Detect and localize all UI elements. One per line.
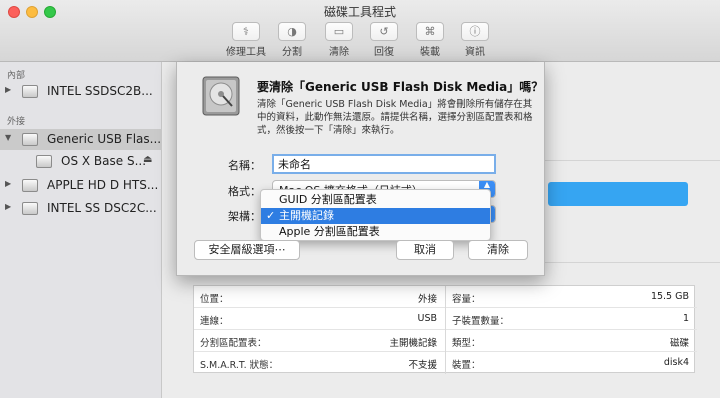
info-row: 連線： USB <box>194 308 445 330</box>
window-title: 磁碟工具程式 <box>323 5 396 19</box>
info-value: 主開機記錄 <box>389 338 437 349</box>
info-key: 分割區配置表： <box>200 338 267 349</box>
info-row: 位置： 外接 <box>194 286 445 308</box>
info-row: 裝置： disk4 <box>446 352 697 374</box>
menu-item-mbr[interactable]: ✓ 主開機記錄 <box>261 208 490 224</box>
info-column-right: 容量： 15.5 GB 子裝置數量： 1 類型： 磁碟 裝置： disk4 <box>445 286 697 374</box>
name-label: 名稱： <box>228 159 261 172</box>
info-column-left: 位置： 外接 連線： USB 分割區配置表： 主開機記錄 S.M.A.R.T. … <box>194 286 445 374</box>
sidebar-section-external: 外接 <box>7 117 26 127</box>
erase-dialog: 要清除「Generic USB Flash Disk Media」嗎？ 清除「G… <box>176 62 545 276</box>
sidebar-item-label: APPLE HD D HTS... <box>47 178 159 192</box>
sidebar-item-label: OS X Base S... <box>61 154 147 168</box>
info-key: 位置： <box>200 294 229 305</box>
divider <box>545 160 720 161</box>
info-row: 類型： 磁碟 <box>446 330 697 352</box>
info-key: 容量： <box>452 294 481 305</box>
info-value: 1 <box>682 313 689 324</box>
sidebar-item-label: Generic USB Flas... <box>47 132 162 146</box>
disclosure-triangle-icon[interactable]: ▶ <box>5 202 11 211</box>
partition-icon: ◑ <box>278 22 306 41</box>
checkmark-icon: ✓ <box>266 209 276 222</box>
sidebar-item-os-x-base[interactable]: OS X Base S... ⏏ <box>0 151 162 172</box>
disk-icon <box>22 133 38 146</box>
erase-icon: ▭ <box>325 22 353 41</box>
title-bar: 磁碟工具程式 ⚕ 修理工具 ◑ 分割 ▭ 清除 ↺ 回復 ⌘ 裝載 ⓘ 資訊 <box>0 0 720 62</box>
menu-item-apm[interactable]: Apple 分割區配置表 <box>261 224 490 240</box>
info-row: S.M.A.R.T. 狀態： 不支援 <box>194 352 445 374</box>
info-icon: ⓘ <box>461 22 489 41</box>
sidebar-item-intel-ss[interactable]: ▶ INTEL SS DSC2C... <box>0 198 162 219</box>
info-value: 磁碟 <box>669 338 689 349</box>
dialog-title: 要清除「Generic USB Flash Disk Media」嗎？ <box>257 80 544 94</box>
info-key: 連線： <box>200 316 229 327</box>
name-field[interactable] <box>272 154 496 174</box>
info-row: 子裝置數量： 1 <box>446 308 697 330</box>
sidebar-item-label: INTEL SSDSC2B... <box>47 84 153 98</box>
info-row: 容量： 15.5 GB <box>446 286 697 308</box>
sidebar-item-label: INTEL SS DSC2C... <box>47 201 157 215</box>
info-key: S.M.A.R.T. 狀態： <box>200 360 279 371</box>
cancel-button[interactable]: 取消 <box>396 240 454 260</box>
scheme-label: 架構： <box>228 210 261 223</box>
sidebar-item-generic-usb[interactable]: ▼ Generic USB Flas... <box>0 129 162 150</box>
info-value: 不支援 <box>408 360 437 371</box>
usage-bar <box>548 182 688 206</box>
restore-icon: ↺ <box>370 22 398 41</box>
info-table: 位置： 外接 連線： USB 分割區配置表： 主開機記錄 S.M.A.R.T. … <box>193 285 697 374</box>
info-value: 外接 <box>417 294 437 305</box>
info-value: USB <box>417 313 437 324</box>
eject-icon[interactable]: ⏏ <box>143 154 152 165</box>
sidebar-item-intel-ssd[interactable]: ▶ INTEL SSDSC2B... <box>0 81 162 102</box>
volume-icon <box>36 155 52 168</box>
security-options-button[interactable]: 安全層級選項⋯ <box>194 240 300 260</box>
menu-item-guid[interactable]: GUID 分割區配置表 <box>261 192 490 208</box>
sidebar-item-apple-hdd[interactable]: ▶ APPLE HD D HTS... <box>0 175 162 196</box>
toolbar-label: 資訊 <box>465 47 485 58</box>
info-key: 子裝置數量： <box>452 316 510 327</box>
scheme-dropdown-menu: GUID 分割區配置表 ✓ 主開機記錄 Apple 分割區配置表 <box>260 189 491 241</box>
sidebar: 內部 ▶ INTEL SSDSC2B... 外接 ▼ Generic USB F… <box>0 62 162 398</box>
mount-icon: ⌘ <box>416 22 444 41</box>
hard-drive-icon <box>202 76 240 116</box>
format-label: 格式： <box>228 185 261 198</box>
disclosure-triangle-icon[interactable]: ▼ <box>5 133 11 142</box>
menu-item-label: 主開機記錄 <box>279 209 334 222</box>
info-key: 裝置： <box>452 360 481 371</box>
toolbar-info[interactable]: ⓘ 資訊 <box>447 22 503 58</box>
info-value: 15.5 GB <box>650 291 689 302</box>
info-key: 類型： <box>452 338 481 349</box>
info-value: disk4 <box>663 357 689 368</box>
disk-icon <box>22 202 38 215</box>
disclosure-triangle-icon[interactable]: ▶ <box>5 85 11 94</box>
divider <box>545 262 720 263</box>
disk-icon <box>22 85 38 98</box>
dialog-description: 清除「Generic USB Flash Disk Media」將會刪除所有儲存… <box>257 99 533 136</box>
stethoscope-icon: ⚕ <box>232 22 260 41</box>
erase-button[interactable]: 清除 <box>468 240 528 260</box>
sidebar-section-internal: 內部 <box>7 71 26 81</box>
disk-icon <box>22 179 38 192</box>
disclosure-triangle-icon[interactable]: ▶ <box>5 179 11 188</box>
info-row: 分割區配置表： 主開機記錄 <box>194 330 445 352</box>
